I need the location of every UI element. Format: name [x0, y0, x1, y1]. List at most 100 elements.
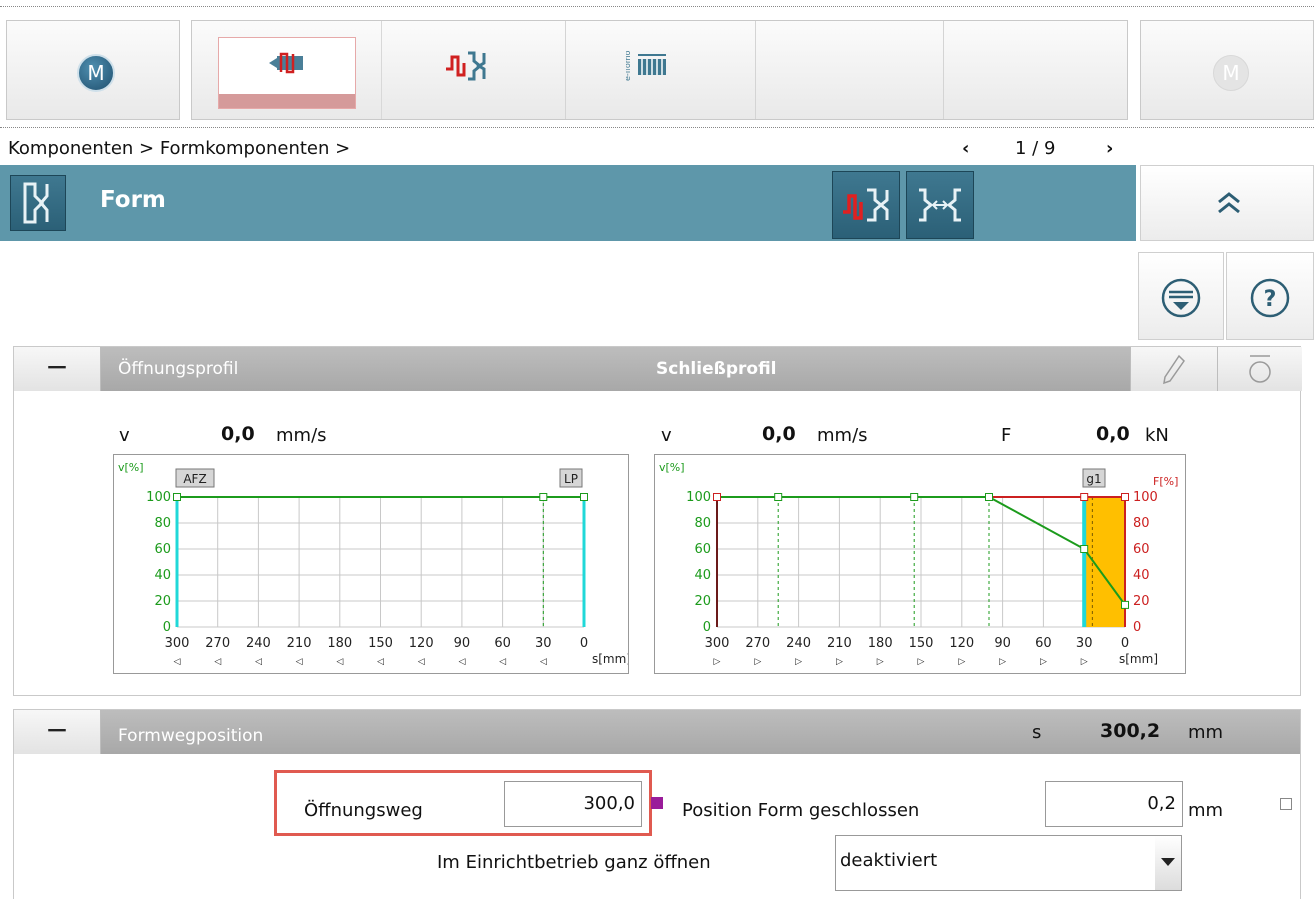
left-v-label: v — [119, 425, 130, 446]
tab-closing-profile[interactable]: Schließprofil — [656, 359, 777, 379]
right-v-value: 0,0 — [762, 423, 796, 445]
x-tick-label: 240 — [246, 636, 271, 651]
tab-empty-1 — [756, 21, 944, 119]
opening-profile-chart[interactable]: v[%] 100 80 60 40 20 0 300 ◁ 270 ◁ 240 ◁ 210 ◁ 180 ◁ 150 ◁… — [113, 454, 631, 674]
svg-text:e-flomo: e-flomo — [626, 50, 632, 81]
direction-arrow: ▷ — [918, 657, 925, 667]
setup-open-select[interactable]: deaktiviert — [835, 835, 1182, 891]
direction-arrow: ▷ — [836, 657, 843, 667]
collapse-profile-button[interactable]: − — [14, 347, 101, 391]
velocity-point — [774, 493, 783, 501]
help-button[interactable]: ? — [1226, 252, 1314, 340]
tab-e-flomo[interactable]: e-flomo — [566, 21, 756, 119]
left-v-value: 0,0 — [221, 423, 255, 445]
opening-stroke-input[interactable]: 300,0 — [504, 781, 642, 827]
x-tick-label: 210 — [287, 636, 312, 651]
top-divider — [0, 6, 1314, 7]
direction-arrow: ◁ — [214, 657, 221, 667]
s-label: s — [1032, 722, 1042, 743]
direction-arrow: ◁ — [255, 657, 262, 667]
y-tick-label: 0 — [163, 620, 171, 635]
component-tab-bar: e-flomo — [191, 20, 1128, 120]
profile-panel-header: − Öffnungsprofil Schließprofil — [14, 347, 1302, 391]
y2-tick-label: 80 — [1133, 516, 1150, 531]
x-tick-label: 180 — [327, 636, 352, 651]
pager-text: 1 / 9 — [1015, 138, 1056, 159]
x-tick-label: 120 — [949, 636, 974, 651]
x-tick-label: 150 — [368, 636, 393, 651]
x-tick-label: 150 — [909, 636, 934, 651]
direction-arrow: ◁ — [458, 657, 465, 667]
overline-zero-icon — [1249, 355, 1271, 383]
s-unit: mm — [1188, 722, 1224, 743]
y2-tick-label: 60 — [1133, 542, 1150, 557]
help-icon: ? — [1250, 278, 1290, 318]
tab-mold[interactable] — [382, 21, 566, 119]
secondary-menu-button[interactable]: M — [1140, 20, 1314, 120]
y2-tick-label: 40 — [1133, 568, 1150, 583]
closing-profile-plot: v[%]100806040200300▷270▷240▷210▷180▷150▷… — [659, 461, 1178, 667]
tab-separator-1 — [192, 21, 382, 119]
position-panel: − Formwegposition s 300,2 mm Öffnungsweg… — [13, 709, 1301, 899]
right-f-unit: kN — [1145, 425, 1169, 446]
dropdown-arrow-icon — [1155, 836, 1181, 890]
y-tick-label: 0 — [703, 620, 711, 635]
right-v-unit: mm/s — [817, 425, 868, 446]
filter-list-icon — [1161, 278, 1201, 318]
closing-profile-chart[interactable]: v[%] 100 80 60 40 20 0 300 ▷ 270 ▷ 240 ▷ 210 ▷ 180 ▷ 150 ▷… — [654, 454, 1186, 674]
double-chevron-up-icon — [1218, 192, 1240, 214]
row-checkbox[interactable] — [1280, 798, 1292, 810]
mold-profile-button[interactable] — [832, 171, 900, 239]
mold-stroke-button[interactable] — [906, 171, 974, 239]
direction-arrow: ◁ — [499, 657, 506, 667]
opening-stroke-label: Öffnungsweg — [304, 800, 423, 821]
collapse-up-button[interactable] — [1140, 165, 1314, 241]
right-f-value: 0,0 — [1096, 423, 1130, 445]
y-tick-label: 60 — [154, 542, 171, 557]
y-tick-label: 40 — [694, 568, 711, 583]
main-menu-button[interactable]: M — [6, 20, 180, 120]
velocity-point — [580, 493, 588, 501]
right-v-label: v — [661, 425, 672, 446]
y-axis-label: v[%] — [118, 461, 144, 474]
profile-panel: − Öffnungsprofil Schließprofil v 0,0 mm/… — [13, 346, 1302, 696]
tab-opening-profile[interactable]: Öffnungsprofil — [118, 359, 238, 379]
direction-arrow: ◁ — [336, 657, 343, 667]
direction-arrow: ▷ — [714, 657, 721, 667]
mold-stroke-icon — [919, 188, 961, 222]
page-title: Form — [100, 187, 166, 213]
position-panel-header: − Formwegposition s 300,2 mm — [14, 710, 1300, 754]
y-tick-label: 100 — [686, 490, 711, 505]
right-f-label: F — [1001, 425, 1012, 446]
x-tick-label: 90 — [994, 636, 1011, 651]
velocity-point — [1080, 545, 1089, 553]
g1-marker: g1 — [1086, 472, 1101, 486]
reset-button[interactable] — [1217, 347, 1302, 391]
y2-tick-label: 0 — [1133, 620, 1141, 635]
lp-marker: LP — [564, 472, 578, 486]
x-tick-label: 60 — [494, 636, 511, 651]
velocity-point — [910, 493, 919, 501]
y-tick-label: 100 — [146, 490, 171, 505]
y-tick-label: 80 — [154, 516, 171, 531]
closed-position-input[interactable]: 0,2 — [1045, 781, 1183, 827]
afz-marker: AFZ — [183, 472, 206, 486]
x-tick-label: 210 — [827, 636, 852, 651]
filter-button[interactable] — [1138, 252, 1224, 340]
velocity-point — [985, 493, 993, 501]
pager-next-button[interactable]: › — [1106, 138, 1113, 159]
x-tick-label: 30 — [1076, 636, 1093, 651]
setup-open-label: Im Einrichtbetrieb ganz öffnen — [437, 852, 711, 873]
svg-text:?: ? — [1264, 287, 1277, 312]
x-tick-label: 300 — [165, 636, 190, 651]
force-point — [1080, 493, 1089, 501]
pager-prev-button[interactable]: ‹ — [962, 138, 969, 159]
mold-icon — [446, 51, 486, 81]
collapse-position-button[interactable]: − — [14, 710, 101, 754]
e-flomo-icon: e-flomo — [626, 50, 666, 81]
menu-m-disabled-icon: M — [1213, 55, 1249, 91]
x-tick-label: 300 — [705, 636, 730, 651]
edit-button[interactable] — [1130, 347, 1217, 391]
closed-position-unit: mm — [1188, 800, 1224, 821]
x-tick-label: 180 — [868, 636, 893, 651]
